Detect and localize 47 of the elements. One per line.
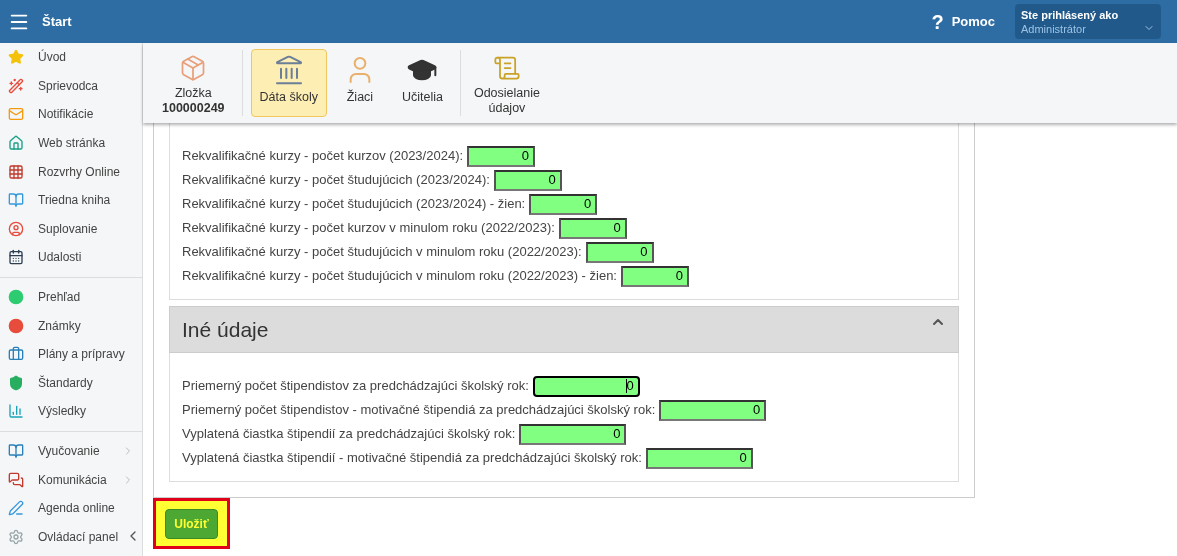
user-dropdown[interactable]: Ste prihlásený ako Administrátor [1015, 4, 1161, 39]
field-label: Rekvalifikačné kurzy - počet študujúcich (2023/2024): [182, 171, 490, 190]
number-field[interactable]: 0 [645, 447, 753, 469]
field-label: Rekvalifikačné kurzy - počet kurzov (2023/2024): [182, 147, 464, 166]
page-title: Štart [42, 12, 72, 31]
field-label: Rekvalifikačné kurzy - počet študujúcich (2023/2024) - žien: [182, 195, 526, 214]
sidebar-item[interactable]: Komunikácia [0, 465, 142, 494]
field-label: Priemerný počet štipendistov za predchádzajúci školský rok: [182, 377, 529, 396]
toolbar-button[interactable]: Dáta školy [250, 49, 327, 117]
sidebar-item[interactable]: Sprievodca [0, 71, 142, 101]
field-label: Rekvalifikačné kurzy - počet študujúcich v minulom roku (2022/2023): [182, 243, 582, 262]
field-label: Rekvalifikačné kurzy - počet študujúcich v minulom roku (2022/2023) - žien: [182, 267, 617, 286]
sidebar-item[interactable]: Výsledky [0, 397, 142, 426]
sidebar-item[interactable]: Plány a prípravy [0, 339, 142, 369]
sidebar-item[interactable]: Známky [0, 311, 142, 340]
sidebar-item[interactable]: Štandardy [0, 368, 142, 398]
number-field[interactable]: 0 [585, 241, 654, 263]
number-field[interactable]: 0 [519, 423, 627, 445]
number-field[interactable]: 0 [558, 217, 627, 239]
number-field[interactable]: 0 [659, 399, 767, 421]
sidebar-item[interactable]: Web stránka [0, 128, 142, 158]
toolbar-button[interactable]: Učitelia [392, 49, 452, 117]
toolbar-button[interactable]: Zložka 100000249 [153, 49, 234, 117]
help-link[interactable]: Pomoc [951, 11, 995, 32]
field-label: Vyplatená čiastka štipendií za predchádzajúci školský rok: [182, 425, 516, 444]
sidebar-item[interactable]: Triedna kniha [0, 185, 142, 215]
sidebar-item[interactable]: Úvod [0, 43, 142, 72]
sidebar-item[interactable]: Notifikácie [0, 100, 142, 129]
toolbar-button[interactable]: Odosielanie údajov [468, 49, 545, 117]
field-label: Vyplatená čiastka štipendií - motivačné štipendiá za predchádzajúci školský rok: [182, 449, 642, 468]
sidebar-item[interactable]: Prehľad [0, 282, 142, 312]
sidebar-item[interactable]: Ovládací panel [0, 522, 142, 552]
number-field[interactable]: 0 [467, 145, 536, 167]
sidebar-item[interactable]: Suplovanie [0, 214, 142, 244]
number-field[interactable]: 0 [532, 375, 640, 397]
number-field[interactable]: 0 [529, 193, 598, 215]
field-label: Rekvalifikačné kurzy - počet kurzov v minulom roku (2022/2023): [182, 219, 555, 238]
section-header[interactable]: Iné údaje [169, 306, 959, 353]
sidebar-item[interactable]: Rozvrhy Online [0, 157, 142, 186]
sidebar-item[interactable]: Agenda online [0, 493, 142, 523]
sidebar-item[interactable]: Udalosti [0, 243, 142, 272]
number-field[interactable]: 0 [621, 265, 689, 287]
number-field[interactable]: 0 [493, 169, 562, 191]
field-label: Priemerný počet štipendistov - motivačné štipendiá za predchádzajúci školský rok: [182, 401, 656, 420]
toolbar-button[interactable]: Žiaci [334, 49, 385, 117]
sidebar-item[interactable]: Vyučovanie [0, 436, 142, 466]
help-icon[interactable]: ? [931, 6, 944, 37]
